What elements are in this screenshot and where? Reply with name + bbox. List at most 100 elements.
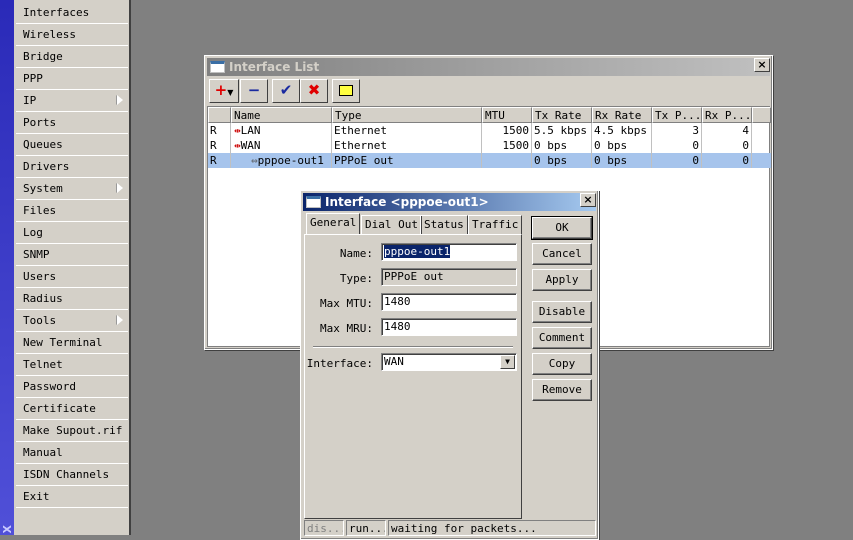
enable-button[interactable]: ✔ [272, 79, 300, 103]
cell-type: Ethernet [332, 138, 482, 153]
table-row[interactable]: R ⇔pppoe-out1 PPPoE out 0 bps 0 bps 0 0 [208, 153, 771, 168]
menu-item-label: Radius [23, 292, 63, 305]
menu-item-tools[interactable]: Tools [16, 310, 128, 332]
menu-item-telnet[interactable]: Telnet [16, 354, 128, 376]
chevron-down-icon[interactable]: ▼ [500, 355, 515, 369]
menu-item-wireless[interactable]: Wireless [16, 24, 128, 46]
cancel-button[interactable]: Cancel [532, 243, 592, 265]
menu-item-certificate[interactable]: Certificate [16, 398, 128, 420]
menu-item-ports[interactable]: Ports [16, 112, 128, 134]
menu-item-drivers[interactable]: Drivers [16, 156, 128, 178]
menu-item-label: IP [23, 94, 37, 107]
max-mtu-field[interactable]: 1480 [381, 293, 517, 311]
menu-item-label: New Terminal [23, 336, 103, 349]
menu-item-queues[interactable]: Queues [16, 134, 128, 156]
cell-tx: 0 bps [532, 138, 592, 153]
column-header[interactable]: Type [332, 107, 482, 123]
menu-item-label: Wireless [23, 28, 76, 41]
interface-list-titlebar[interactable]: Interface List [207, 58, 770, 76]
status-disabled: dis... [304, 520, 344, 536]
submenu-arrow-icon [117, 183, 123, 193]
menu-item-password[interactable]: Password [16, 376, 128, 398]
menu-item-label: Drivers [23, 160, 70, 173]
menu-item-label: Queues [23, 138, 63, 151]
disable-button[interactable]: Disable [532, 301, 592, 323]
interface-dialog: Interface <pppoe-out1> × General Dial Ou… [300, 190, 599, 540]
comment-button[interactable]: Comment [532, 327, 592, 349]
menu-item-users[interactable]: Users [16, 266, 128, 288]
table-row[interactable]: R ⇹LAN Ethernet 1500 5.5 kbps 4.5 kbps 3 4 [208, 123, 771, 138]
close-button[interactable]: × [754, 58, 770, 72]
max-mru-label: Max MRU: [320, 322, 373, 335]
cell-tx: 0 bps [532, 153, 592, 168]
remove-button[interactable]: Remove [532, 379, 592, 401]
name-field[interactable]: pppoe-out1 [381, 243, 517, 261]
ok-button[interactable]: OK [531, 216, 593, 240]
dialog-titlebar[interactable]: Interface <pppoe-out1> [303, 193, 596, 211]
menu-item-new-terminal[interactable]: New Terminal [16, 332, 128, 354]
menu-item-label: Make Supout.rif [23, 424, 123, 437]
status-message: waiting for packets... [388, 520, 596, 536]
column-header[interactable]: Tx P... [652, 107, 702, 123]
cell-flag: R [208, 123, 231, 138]
menu-item-isdn-channels[interactable]: ISDN Channels [16, 464, 128, 486]
remove-button[interactable]: − [240, 79, 268, 103]
menu-item-log[interactable]: Log [16, 222, 128, 244]
close-button[interactable]: × [580, 193, 596, 207]
menu-item-system[interactable]: System [16, 178, 128, 200]
menu-item-snmp[interactable]: SNMP [16, 244, 128, 266]
submenu-arrow-icon [117, 95, 123, 105]
disable-button[interactable]: ✖ [300, 79, 328, 103]
cell-txp: 3 [652, 123, 702, 138]
tab-dial-out[interactable]: Dial Out [361, 215, 422, 234]
cell-name: ⇹LAN [231, 123, 332, 138]
menu-item-label: SNMP [23, 248, 50, 261]
menu-item-ppp[interactable]: PPP [16, 68, 128, 90]
add-button[interactable]: +▼ [209, 79, 239, 103]
cell-name: ⇹WAN [231, 138, 332, 153]
menu-item-bridge[interactable]: Bridge [16, 46, 128, 68]
cell-mtu: 1500 [482, 138, 532, 153]
tab-status[interactable]: Status [420, 215, 468, 234]
menu-item-exit[interactable]: Exit [16, 486, 128, 508]
column-header[interactable]: Tx Rate [532, 107, 592, 123]
cell-flag: R [208, 138, 231, 153]
dialog-title: Interface <pppoe-out1> [325, 195, 489, 209]
menu-item-label: ISDN Channels [23, 468, 110, 481]
menu-item-label: Password [23, 380, 76, 393]
cell-rx: 4.5 kbps [592, 123, 652, 138]
menu-item-manual[interactable]: Manual [16, 442, 128, 464]
interface-name: pppoe-out1 [257, 154, 324, 167]
table-row[interactable]: R ⇹WAN Ethernet 1500 0 bps 0 bps 0 0 [208, 138, 771, 153]
menu-item-label: Users [23, 270, 57, 283]
column-header[interactable]: Name [231, 107, 332, 123]
column-header[interactable]: Rx Rate [592, 107, 652, 123]
column-header[interactable]: Rx P... [702, 107, 752, 123]
copy-button[interactable]: Copy [532, 353, 592, 375]
name-value: pppoe-out1 [384, 245, 451, 258]
menu-item-label: System [23, 182, 63, 195]
type-field: PPPoE out [381, 268, 517, 286]
menu-item-make-supout-rif[interactable]: Make Supout.rif [16, 420, 128, 442]
cell-rxp: 0 [702, 138, 752, 153]
tab-traffic[interactable]: Traffic [468, 215, 523, 234]
interface-select[interactable]: WAN ▼ [381, 353, 517, 371]
apply-button[interactable]: Apply [532, 269, 592, 291]
cell-rxp: 4 [702, 123, 752, 138]
menu-item-interfaces[interactable]: Interfaces [16, 2, 128, 24]
column-header[interactable] [752, 107, 771, 123]
plus-icon: + [214, 81, 228, 99]
column-header[interactable]: MTU [482, 107, 532, 123]
interface-value: WAN [384, 355, 404, 368]
column-header[interactable] [208, 107, 231, 123]
comment-button[interactable] [332, 79, 360, 103]
cell-flag: R [208, 153, 231, 168]
menu-item-radius[interactable]: Radius [16, 288, 128, 310]
menu-item-files[interactable]: Files [16, 200, 128, 222]
max-mru-field[interactable]: 1480 [381, 318, 517, 336]
menu-item-label: Ports [23, 116, 57, 129]
menu-item-label: Bridge [23, 50, 63, 63]
window-icon [306, 196, 321, 208]
menu-item-ip[interactable]: IP [16, 90, 128, 112]
tab-general[interactable]: General [306, 213, 361, 234]
